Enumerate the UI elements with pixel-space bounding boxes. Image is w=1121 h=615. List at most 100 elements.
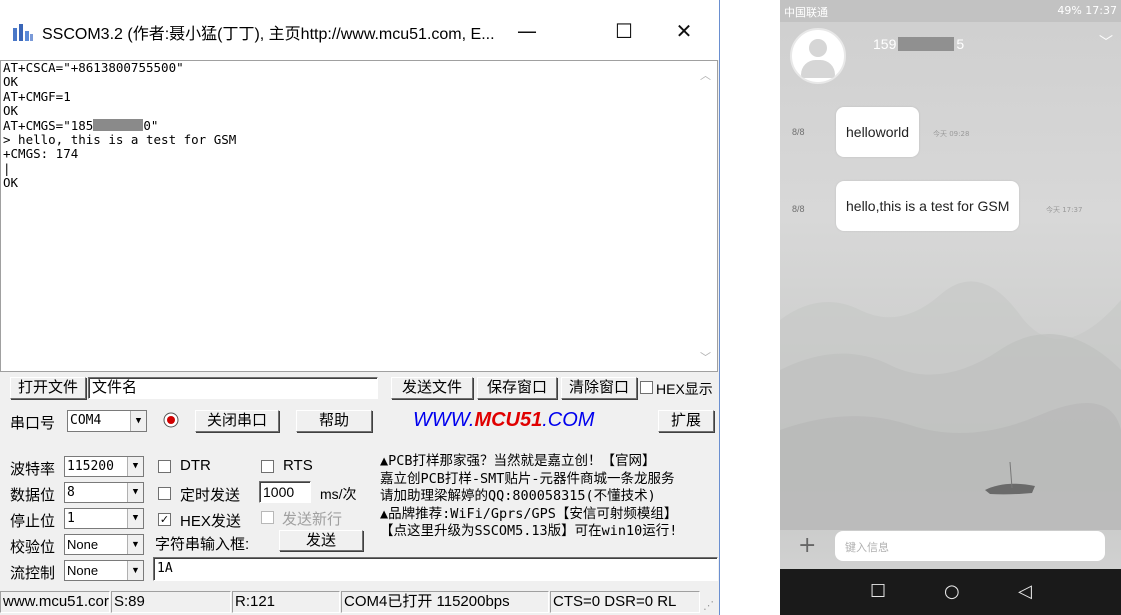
clear-window-button[interactable]: 清除窗口 bbox=[561, 377, 637, 399]
android-nav-bar: ☐ ○ ◁ bbox=[780, 569, 1121, 615]
contact-number[interactable]: 159 5 bbox=[873, 36, 964, 52]
flow-control-label: 流控制 bbox=[10, 565, 56, 582]
send-newline-label: 发送新行 bbox=[282, 511, 343, 528]
message-time: 今天 09:28 bbox=[933, 130, 970, 138]
timed-send-checkbox[interactable] bbox=[158, 487, 171, 500]
expand-button[interactable]: 扩展 bbox=[658, 410, 714, 432]
open-file-button[interactable]: 打开文件 bbox=[10, 377, 86, 399]
add-attachment-icon[interactable]: + bbox=[798, 533, 816, 558]
flow-control-select[interactable]: None ▼ bbox=[64, 560, 144, 581]
phone-status-bar: 中国联通 49% 17:37 bbox=[780, 0, 1121, 22]
stopbits-label: 停止位 bbox=[10, 513, 56, 530]
terminal-line: OK bbox=[3, 175, 19, 191]
save-window-button[interactable]: 保存窗口 bbox=[477, 377, 557, 399]
ad-line[interactable]: 【点这里升级为SSCOM5.13版】可在win10运行! bbox=[380, 523, 677, 541]
ad-line[interactable]: 请加助理梁解婷的QQ:800058315(不懂技术) bbox=[380, 488, 677, 506]
dropdown-arrow-icon: ▼ bbox=[127, 561, 143, 580]
status-site: www.mcu51.cor bbox=[0, 591, 110, 613]
status-received-count: R:121 bbox=[232, 591, 340, 613]
home-icon[interactable]: ○ bbox=[944, 581, 960, 602]
status-sent-count: S:89 bbox=[111, 591, 231, 613]
dropdown-arrow-icon: ▼ bbox=[127, 535, 143, 554]
hex-send-label: HEX发送 bbox=[180, 513, 241, 530]
phone-screen: 中国联通 49% 17:37 159 5 ﹀ 8/8 helloworld 今天 … bbox=[780, 0, 1121, 615]
scroll-up-arrow-icon[interactable]: ︿ bbox=[700, 67, 711, 83]
send-file-button[interactable]: 发送文件 bbox=[391, 377, 473, 399]
message-date: 8/8 bbox=[792, 127, 805, 137]
rts-checkbox[interactable] bbox=[261, 460, 274, 473]
dropdown-arrow-icon: ▼ bbox=[127, 509, 143, 528]
interval-unit: ms/次 bbox=[320, 486, 357, 502]
redacted-block bbox=[898, 37, 955, 51]
message-input[interactable]: 键入信息 bbox=[835, 531, 1105, 561]
compose-bar: + 键入信息 bbox=[780, 523, 1121, 569]
app-icon bbox=[13, 24, 33, 41]
window-title: SSCOM3.2 (作者:聂小猛(丁丁), 主页http://www.mcu51… bbox=[42, 26, 495, 43]
dtr-label: DTR bbox=[180, 457, 211, 474]
status-port: COM4已打开 115200bps bbox=[341, 591, 549, 613]
terminal-output: AT+CSCA="+8613800755500" OK AT+CMGF=1 OK AT+… bbox=[3, 61, 236, 191]
message-bubble[interactable]: helloworld bbox=[836, 107, 920, 157]
close-port-button[interactable]: 关闭串口 bbox=[195, 410, 279, 432]
terminal-line: AT+CSCA="+8613800755500" bbox=[3, 60, 184, 75]
ad-line[interactable]: ▲品牌推荐:WiFi/Gprs/GPS【安信可射频模组】 bbox=[380, 506, 677, 524]
interval-input[interactable]: 1000 bbox=[259, 481, 311, 503]
sscom-window: SSCOM3.2 (作者:聂小猛(丁丁), 主页http://www.mcu51… bbox=[0, 0, 720, 615]
dropdown-arrow-icon: ▼ bbox=[127, 457, 143, 476]
resize-grip-icon[interactable]: ⋰ bbox=[703, 599, 714, 612]
send-newline-checkbox[interactable] bbox=[261, 511, 274, 524]
terminal-line: | bbox=[3, 160, 11, 176]
baud-select[interactable]: 115200 ▼ bbox=[64, 456, 144, 477]
port-status-indicator-icon bbox=[163, 412, 179, 428]
port-select[interactable]: COM4 ▼ bbox=[67, 410, 147, 432]
scroll-down-arrow-icon[interactable]: ﹀ bbox=[700, 349, 711, 365]
contact-avatar-icon[interactable] bbox=[790, 28, 846, 84]
help-button[interactable]: 帮助 bbox=[296, 410, 372, 432]
parity-label: 校验位 bbox=[10, 539, 56, 556]
carrier-name: 中国联通 bbox=[784, 6, 828, 19]
message-time: 今天 17:37 bbox=[1046, 206, 1083, 214]
terminal-line: AT+CMGS="185 0" bbox=[3, 117, 159, 133]
back-icon[interactable]: ◁ bbox=[1018, 581, 1032, 602]
message-date: 8/8 bbox=[792, 204, 805, 214]
maximize-button[interactable]: ☐ bbox=[604, 14, 644, 48]
terminal-line: +CMGS: 174 bbox=[3, 146, 79, 162]
ad-line[interactable]: 嘉立创PCB打样-SMT贴片-元器件商城一条龙服务 bbox=[380, 471, 677, 489]
hex-display-checkbox[interactable] bbox=[640, 381, 653, 394]
send-button[interactable]: 发送 bbox=[279, 530, 363, 551]
mountain-background bbox=[780, 281, 1121, 530]
dtr-checkbox[interactable] bbox=[158, 460, 171, 473]
send-input[interactable]: 1A bbox=[153, 557, 718, 581]
receive-terminal[interactable]: AT+CSCA="+8613800755500" OK AT+CMGF=1 OK AT+… bbox=[0, 60, 718, 372]
minimize-button[interactable]: — bbox=[507, 14, 547, 48]
ad-panel[interactable]: ▲PCB打样那家强？当然就是嘉立创！【官网】 嘉立创PCB打样-SMT贴片-元器件… bbox=[380, 453, 677, 541]
baud-label: 波特率 bbox=[10, 461, 56, 478]
timed-send-label: 定时发送 bbox=[180, 487, 241, 504]
ad-line[interactable]: ▲PCB打样那家强？当然就是嘉立创！【官网】 bbox=[380, 453, 677, 471]
databits-select[interactable]: 8 ▼ bbox=[64, 482, 144, 503]
website-link[interactable]: WWW.MCU51.COM bbox=[413, 409, 594, 432]
dropdown-arrow-icon: ▼ bbox=[127, 483, 143, 502]
recent-apps-icon[interactable]: ☐ bbox=[870, 581, 886, 602]
string-input-label: 字符串输入框: bbox=[155, 536, 250, 553]
port-label: 串口号 bbox=[10, 415, 56, 432]
parity-select[interactable]: None ▼ bbox=[64, 534, 144, 555]
stopbits-select[interactable]: 1 ▼ bbox=[64, 508, 144, 529]
filename-field[interactable]: 文件名 bbox=[88, 377, 378, 399]
rts-label: RTS bbox=[283, 457, 313, 474]
dropdown-arrow-icon: ▼ bbox=[130, 411, 146, 431]
terminal-line: OK bbox=[3, 103, 19, 119]
close-button[interactable]: ✕ bbox=[664, 14, 704, 48]
terminal-line: AT+CMGF=1 bbox=[3, 88, 71, 104]
title-bar[interactable]: SSCOM3.2 (作者:聂小猛(丁丁), 主页http://www.mcu51… bbox=[0, 0, 719, 60]
hex-send-checkbox[interactable]: ✓ bbox=[158, 513, 171, 526]
terminal-line: OK bbox=[3, 74, 19, 90]
redacted-block bbox=[93, 118, 144, 131]
terminal-line: > hello, this is a test for GSM bbox=[3, 132, 237, 148]
chevron-down-icon[interactable]: ﹀ bbox=[1099, 32, 1113, 52]
status-bar: www.mcu51.cor S:89 R:121 COM4已打开 115200b… bbox=[0, 589, 718, 615]
databits-label: 数据位 bbox=[10, 487, 56, 504]
hex-display-label: HEX显示 bbox=[656, 381, 713, 397]
status-lines: CTS=0 DSR=0 RL bbox=[550, 591, 700, 613]
message-bubble[interactable]: hello,this is a test for GSM bbox=[836, 181, 1020, 231]
